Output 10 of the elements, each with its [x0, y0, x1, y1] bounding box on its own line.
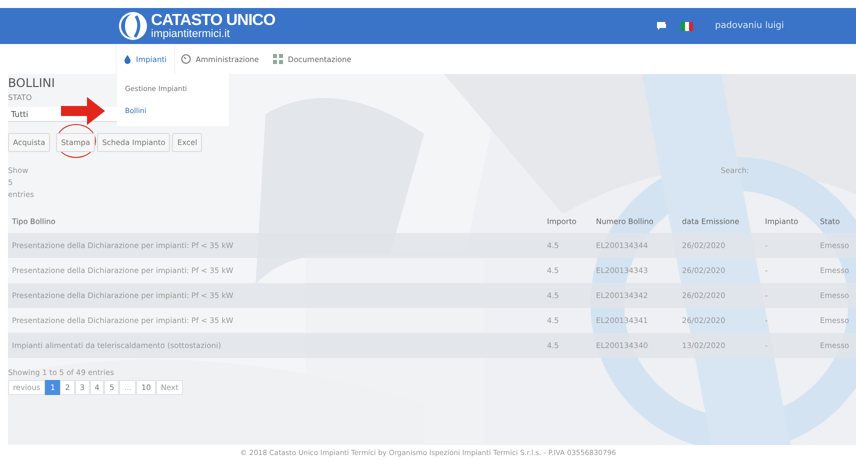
logo-title: CATASTO UNICO: [151, 12, 276, 28]
chat-icon[interactable]: [657, 22, 668, 30]
logo-icon: [118, 11, 148, 41]
drop-icon: [124, 54, 131, 64]
logo-subtitle: impiantitermici.it: [151, 28, 231, 40]
grid-icon: [272, 54, 283, 64]
flag-icon[interactable]: [681, 22, 694, 30]
page-title: BOLLINI: [8, 75, 55, 92]
user-name[interactable]: padovaniu luigi: [715, 21, 784, 31]
gauge-icon: [180, 54, 191, 64]
